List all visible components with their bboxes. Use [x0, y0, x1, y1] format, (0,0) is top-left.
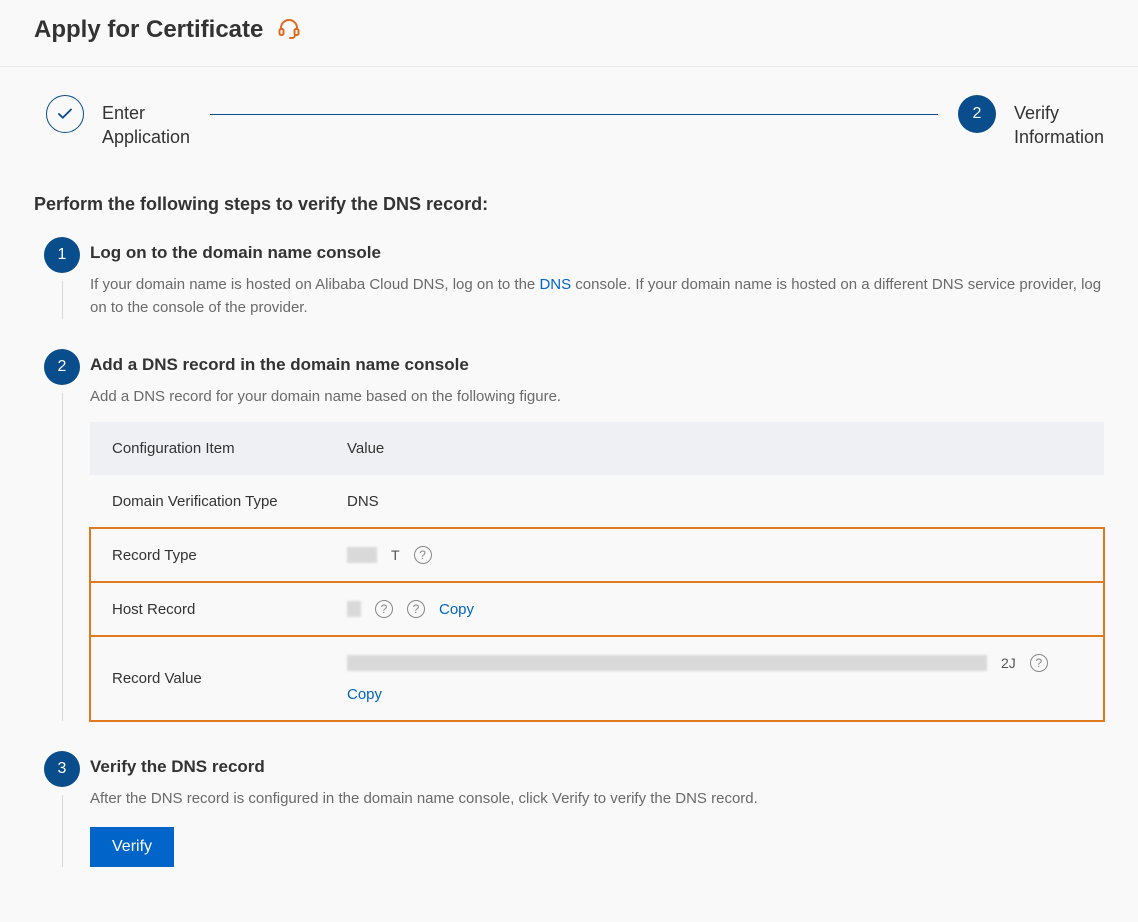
redacted-value	[347, 601, 361, 617]
step-2-title: Add a DNS record in the domain name cons…	[90, 355, 1104, 375]
help-icon[interactable]: ?	[407, 600, 425, 618]
row-host-record: Host Record ? ? Copy	[90, 582, 1104, 636]
step-1-desc: If your domain name is hosted on Alibaba…	[90, 273, 1104, 320]
copy-host-record[interactable]: Copy	[439, 601, 474, 618]
dns-config-table: Configuration Item Value Domain Verifica…	[90, 422, 1104, 721]
instruction-step-1: 1 Log on to the domain name console If y…	[34, 237, 1104, 320]
check-icon	[46, 95, 84, 133]
step-3-title: Verify the DNS record	[90, 757, 1104, 777]
section-title: Perform the following steps to verify th…	[34, 194, 1104, 215]
wizard-step-1[interactable]: Enter Application	[46, 95, 190, 150]
page-header: Apply for Certificate	[0, 0, 1138, 67]
table-header-row: Configuration Item Value	[90, 422, 1104, 475]
redacted-value	[347, 655, 987, 671]
row-record-value: Record Value 2J ? Copy	[90, 636, 1104, 721]
wizard-step-1-label: Enter Application	[102, 95, 190, 150]
instruction-step-2: 2 Add a DNS record in the domain name co…	[34, 349, 1104, 721]
row-domain-verification-type: Domain Verification Type DNS	[90, 475, 1104, 528]
headset-icon[interactable]	[277, 16, 301, 44]
wizard-step-2[interactable]: 2 Verify Information	[958, 95, 1104, 150]
wizard-step-2-label: Verify Information	[1014, 95, 1104, 150]
step-number-3: 3	[44, 751, 80, 787]
wizard-divider	[210, 114, 938, 115]
help-icon[interactable]: ?	[1030, 654, 1048, 672]
page-title: Apply for Certificate	[34, 16, 263, 44]
col-config-item: Configuration Item	[90, 422, 325, 475]
help-icon[interactable]: ?	[414, 546, 432, 564]
step-1-title: Log on to the domain name console	[90, 243, 1104, 263]
step-number-1: 1	[44, 237, 80, 273]
timeline-line	[62, 393, 63, 721]
timeline-line	[62, 795, 63, 866]
dns-console-link[interactable]: DNS	[539, 276, 571, 293]
step-2-desc: Add a DNS record for your domain name ba…	[90, 385, 1104, 408]
col-value: Value	[325, 422, 1104, 475]
copy-record-value[interactable]: Copy	[347, 686, 382, 703]
wizard-step-2-number: 2	[958, 95, 996, 133]
step-number-2: 2	[44, 349, 80, 385]
redacted-value	[347, 547, 377, 563]
help-icon[interactable]: ?	[375, 600, 393, 618]
instruction-step-3: 3 Verify the DNS record After the DNS re…	[34, 751, 1104, 866]
timeline-line	[62, 281, 63, 320]
verify-button[interactable]: Verify	[90, 827, 174, 867]
row-record-type: Record Type T ?	[90, 528, 1104, 582]
step-3-desc: After the DNS record is configured in th…	[90, 787, 1104, 810]
wizard-steps: Enter Application 2 Verify Information	[0, 67, 1138, 160]
